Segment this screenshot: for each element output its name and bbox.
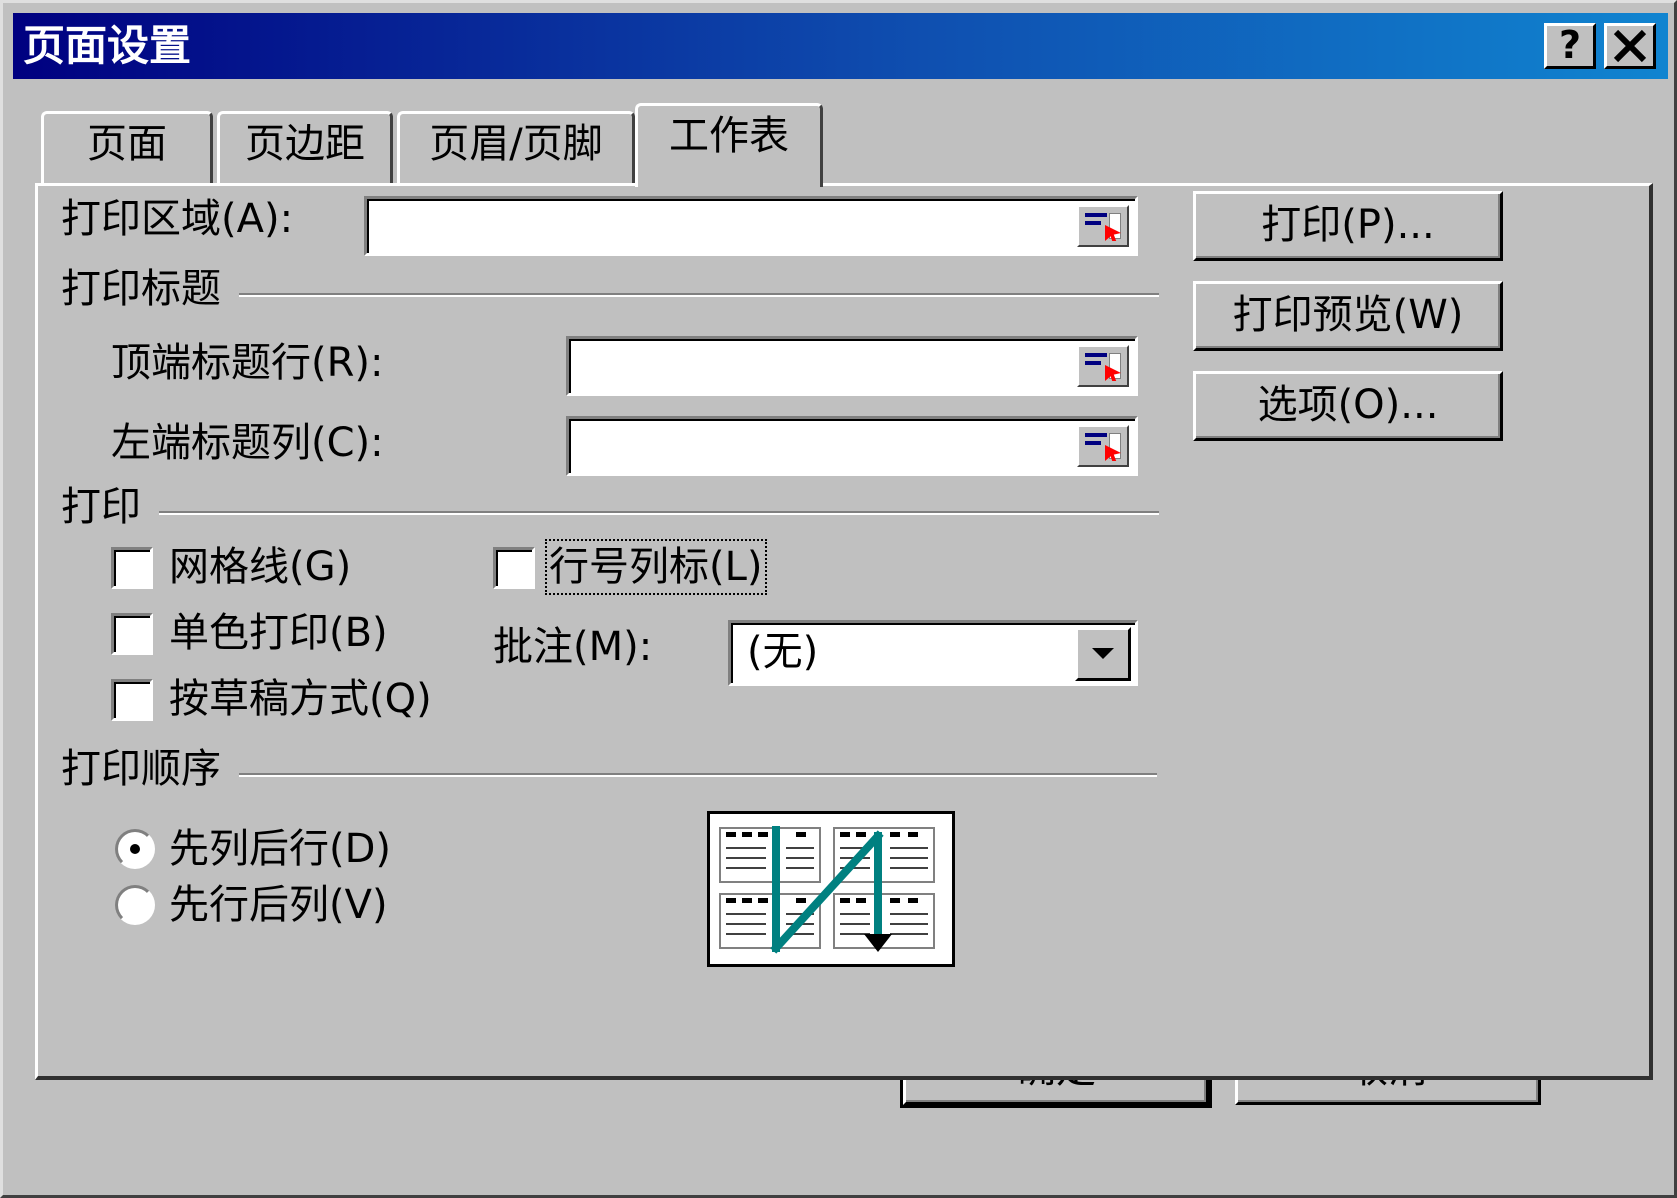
print-area-label: 打印区域(A): bbox=[61, 196, 294, 242]
black-white-label: 单色打印(B) bbox=[169, 610, 388, 656]
print-titles-heading: 打印标题 bbox=[61, 266, 221, 312]
gridlines-label: 网格线(G) bbox=[169, 544, 352, 590]
help-button[interactable]: ? bbox=[1544, 23, 1596, 69]
print-area-collapse-button[interactable] bbox=[1077, 205, 1129, 247]
options-button[interactable]: 选项(O)... bbox=[1193, 371, 1503, 441]
print-button[interactable]: 打印(P)... bbox=[1193, 191, 1503, 261]
tab-sheet[interactable]: 工作表 bbox=[635, 103, 823, 187]
comments-dropdown-button[interactable] bbox=[1075, 627, 1131, 681]
comments-select-value: (无) bbox=[747, 629, 819, 675]
dialog-title: 页面设置 bbox=[23, 21, 192, 70]
title-bar[interactable]: 页面设置 ? bbox=[13, 13, 1668, 79]
top-rows-label: 顶端标题行(R): bbox=[111, 340, 384, 386]
row-col-headers-label: 行号列标(L) bbox=[545, 539, 767, 595]
comments-label: 批注(M): bbox=[493, 624, 653, 670]
tab-header-footer[interactable]: 页眉/页脚 bbox=[397, 111, 635, 183]
radio-selected-dot bbox=[130, 844, 140, 854]
tab-margins[interactable]: 页边距 bbox=[217, 111, 393, 183]
print-titles-divider bbox=[239, 293, 1159, 297]
page-order-diagram-icon bbox=[719, 826, 935, 954]
tab-page[interactable]: 页面 bbox=[41, 111, 213, 183]
top-rows-input[interactable] bbox=[566, 336, 1138, 396]
over-then-down-radio[interactable] bbox=[115, 885, 155, 925]
print-area-input[interactable] bbox=[364, 196, 1138, 256]
left-columns-input[interactable] bbox=[566, 416, 1138, 476]
page-order-preview bbox=[707, 811, 955, 967]
print-preview-button[interactable]: 打印预览(W) bbox=[1193, 281, 1503, 351]
draft-checkbox[interactable] bbox=[111, 679, 153, 721]
black-white-checkbox[interactable] bbox=[111, 613, 153, 655]
gridlines-checkbox[interactable] bbox=[111, 547, 153, 589]
left-columns-collapse-button[interactable] bbox=[1077, 425, 1129, 467]
left-columns-label: 左端标题列(C): bbox=[111, 420, 384, 466]
print-divider bbox=[159, 511, 1159, 515]
close-button[interactable] bbox=[1604, 23, 1656, 69]
comments-select[interactable]: (无) bbox=[728, 620, 1138, 686]
close-icon bbox=[1613, 29, 1647, 63]
over-then-down-label: 先行后列(V) bbox=[169, 882, 388, 928]
page-order-heading: 打印顺序 bbox=[61, 746, 221, 792]
down-then-over-label: 先列后行(D) bbox=[169, 826, 392, 872]
print-heading: 打印 bbox=[61, 484, 141, 530]
page-order-divider bbox=[239, 773, 1157, 777]
draft-label: 按草稿方式(Q) bbox=[169, 676, 432, 722]
chevron-down-icon bbox=[1092, 648, 1114, 659]
row-col-headers-checkbox[interactable] bbox=[493, 547, 535, 589]
down-then-over-radio[interactable] bbox=[115, 829, 155, 869]
page-setup-dialog: 页面设置 ? 页面 页边距 页眉/页脚 工作表 打印区域(A): 打印标题 顶端… bbox=[0, 0, 1677, 1198]
top-rows-collapse-button[interactable] bbox=[1077, 345, 1129, 387]
